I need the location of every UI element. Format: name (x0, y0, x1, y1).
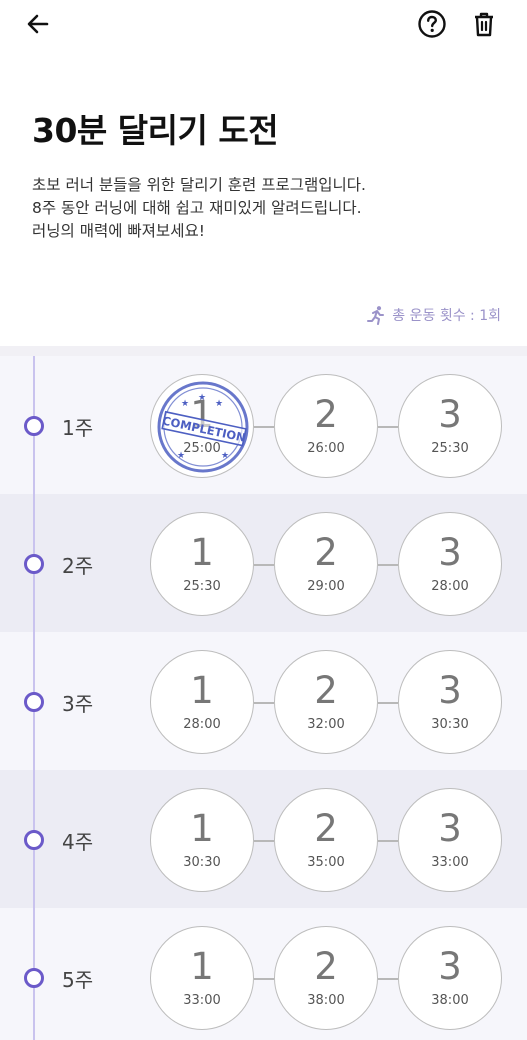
day-connector (378, 426, 398, 428)
week-label: 3주 (62, 692, 94, 716)
section-divider (0, 346, 527, 356)
day-duration: 28:00 (183, 717, 221, 732)
day-button-week1-day1[interactable]: 1 25:00 ★ ★ ★ ★ ★ COMPLETION (150, 374, 254, 478)
day-number: 3 (438, 669, 462, 712)
svg-text:★: ★ (177, 451, 185, 461)
description-line: 8주 동안 러닝에 대해 쉽고 재미있게 알려드립니다. (32, 199, 362, 217)
week-marker (24, 692, 44, 712)
day-button-week3-day1[interactable]: 1 28:00 (150, 650, 254, 754)
day-button-week2-day1[interactable]: 1 25:30 (150, 512, 254, 616)
day-button-week2-day2[interactable]: 2 29:00 (274, 512, 378, 616)
program-description: 초보 러너 분들을 위한 달리기 훈련 프로그램입니다. 8주 동안 러닝에 대… (32, 174, 366, 243)
day-number: 3 (438, 807, 462, 850)
svg-text:★: ★ (221, 451, 229, 461)
svg-text:★: ★ (181, 399, 189, 409)
day-connector (378, 840, 398, 842)
day-number: 1 (190, 531, 214, 574)
day-number: 3 (438, 393, 462, 436)
day-number: 1 (190, 807, 214, 850)
week-label: 1주 (62, 416, 94, 440)
day-number: 2 (314, 945, 338, 988)
svg-text:★: ★ (198, 393, 206, 403)
day-duration: 33:00 (431, 855, 469, 870)
day-connector (254, 840, 274, 842)
day-button-week5-day1[interactable]: 1 33:00 (150, 926, 254, 1030)
total-workout-count: 총 운동 횟수 : 1회 (366, 305, 501, 325)
day-button-week3-day2[interactable]: 2 32:00 (274, 650, 378, 754)
day-connector (254, 426, 274, 428)
total-count-label: 총 운동 횟수 : 1회 (392, 308, 501, 324)
back-button[interactable] (22, 8, 54, 40)
svg-text:★: ★ (215, 399, 223, 409)
runner-icon (367, 306, 385, 325)
trash-icon (475, 12, 493, 37)
week-marker (24, 830, 44, 850)
day-connector (254, 702, 274, 704)
day-number: 3 (438, 945, 462, 988)
question-circle-icon (418, 10, 446, 38)
description-line: 러닝의 매력에 빠져보세요! (32, 222, 205, 240)
day-button-week4-day1[interactable]: 1 30:30 (150, 788, 254, 892)
day-duration: 38:00 (431, 993, 469, 1008)
week-marker (24, 554, 44, 574)
help-button[interactable] (416, 8, 448, 40)
day-duration: 25:30 (431, 441, 469, 456)
day-number: 2 (314, 669, 338, 712)
day-duration: 26:00 (307, 441, 345, 456)
day-duration: 32:00 (307, 717, 345, 732)
week-marker (24, 968, 44, 988)
day-button-week1-day3[interactable]: 3 25:30 (398, 374, 502, 478)
day-connector (378, 978, 398, 980)
week-label: 2주 (62, 554, 94, 578)
day-button-week1-day2[interactable]: 2 26:00 (274, 374, 378, 478)
day-connector (378, 564, 398, 566)
day-duration: 30:30 (183, 855, 221, 870)
day-button-week5-day3[interactable]: 3 38:00 (398, 926, 502, 1030)
arrow-left-icon (27, 14, 49, 34)
top-bar (0, 0, 527, 50)
day-button-week2-day3[interactable]: 3 28:00 (398, 512, 502, 616)
day-duration: 28:00 (431, 579, 469, 594)
page-title: 30분 달리기 도전 (32, 111, 279, 150)
day-connector (254, 978, 274, 980)
delete-button[interactable] (468, 8, 500, 40)
description-line: 초보 러너 분들을 위한 달리기 훈련 프로그램입니다. (32, 176, 366, 194)
day-button-week3-day3[interactable]: 3 30:30 (398, 650, 502, 754)
day-number: 2 (314, 393, 338, 436)
day-number: 1 (190, 945, 214, 988)
day-number: 2 (314, 807, 338, 850)
stamp-text: COMPLETION (161, 414, 247, 445)
day-duration: 35:00 (307, 855, 345, 870)
day-button-week4-day3[interactable]: 3 33:00 (398, 788, 502, 892)
day-button-week4-day2[interactable]: 2 35:00 (274, 788, 378, 892)
day-number: 2 (314, 531, 338, 574)
day-number: 1 (190, 669, 214, 712)
week-marker (24, 416, 44, 436)
day-duration: 33:00 (183, 993, 221, 1008)
day-connector (378, 702, 398, 704)
day-number: 3 (438, 531, 462, 574)
week-label: 4주 (62, 830, 94, 854)
day-duration: 25:30 (183, 579, 221, 594)
week-label: 5주 (62, 968, 94, 992)
day-duration: 30:30 (431, 717, 469, 732)
completion-stamp: ★ ★ ★ ★ ★ COMPLETION (157, 381, 249, 473)
day-connector (254, 564, 274, 566)
day-duration: 38:00 (307, 993, 345, 1008)
day-button-week5-day2[interactable]: 2 38:00 (274, 926, 378, 1030)
day-duration: 29:00 (307, 579, 345, 594)
